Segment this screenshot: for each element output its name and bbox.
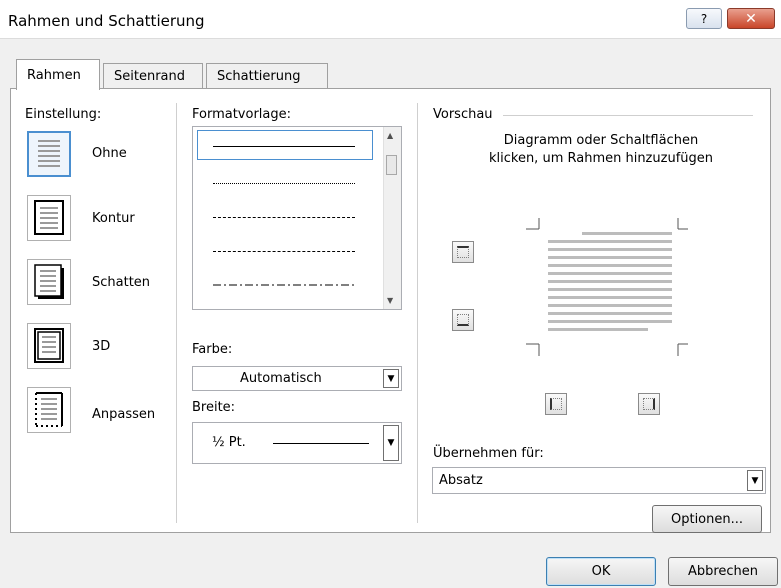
- borders-and-shading-dialog: Rahmen und Schattierung ? ✕ Rahmen Seite…: [0, 0, 781, 588]
- options-button-label: Optionen...: [670, 511, 744, 527]
- setting-box-icon[interactable]: [27, 195, 71, 241]
- style-scrollbar[interactable]: ▲ ▼: [383, 127, 401, 309]
- width-line-sample: [273, 443, 369, 444]
- preview-label: Vorschau: [433, 107, 493, 122]
- window-title: Rahmen und Schattierung: [8, 12, 205, 30]
- border-left-icon: [550, 398, 562, 410]
- style-dashed-short[interactable]: [213, 217, 355, 218]
- tab-page-border-label: Seitenrand: [114, 69, 185, 84]
- apply-to-dropdown-button[interactable]: ▼: [747, 470, 763, 491]
- color-dropdown[interactable]: Automatisch ▼: [192, 366, 402, 391]
- style-dashed[interactable]: [213, 251, 355, 252]
- setting-custom-icon[interactable]: [27, 387, 71, 433]
- setting-none-label[interactable]: Ohne: [92, 146, 127, 161]
- scroll-up-icon[interactable]: ▲: [387, 131, 393, 140]
- border-bottom-icon: [457, 314, 469, 326]
- tab-shading-label: Schattierung: [217, 69, 301, 84]
- ok-button-label: OK: [591, 564, 611, 579]
- tab-shading[interactable]: Schattierung: [206, 63, 328, 88]
- close-button[interactable]: ✕: [727, 8, 775, 29]
- border-right-icon: [643, 398, 655, 410]
- color-label: Farbe:: [192, 342, 233, 357]
- setting-box-label[interactable]: Kontur: [92, 211, 135, 226]
- cancel-button-label: Abbrechen: [687, 564, 759, 579]
- tab-page-border[interactable]: Seitenrand: [103, 63, 203, 88]
- ok-button[interactable]: OK: [546, 557, 656, 586]
- color-value: Automatisch: [240, 371, 322, 386]
- width-value: ½ Pt.: [212, 435, 246, 450]
- width-label: Breite:: [192, 400, 236, 415]
- apply-to-dropdown[interactable]: Absatz ▼: [432, 467, 766, 494]
- style-label: Formatvorlage:: [192, 107, 292, 122]
- style-selection: [197, 130, 373, 160]
- style-solid[interactable]: [213, 146, 355, 147]
- tab-borders-label: Rahmen: [27, 68, 81, 83]
- preview-header-line: [503, 115, 753, 116]
- help-icon: ?: [700, 11, 708, 26]
- scroll-thumb[interactable]: [386, 155, 397, 175]
- chevron-down-icon: ▼: [387, 373, 395, 384]
- border-left-button[interactable]: [545, 393, 567, 415]
- chevron-down-icon: ▼: [387, 438, 395, 448]
- style-listbox[interactable]: ▲ ▼: [192, 126, 402, 310]
- width-dropdown-button[interactable]: ▼: [383, 425, 399, 461]
- border-top-icon: [457, 246, 469, 258]
- preview-diagram[interactable]: [518, 218, 688, 358]
- color-dropdown-button[interactable]: ▼: [383, 369, 399, 388]
- apply-to-label: Übernehmen für:: [433, 446, 544, 461]
- border-right-button[interactable]: [638, 393, 660, 415]
- setting-custom-label[interactable]: Anpassen: [92, 407, 155, 422]
- chevron-down-icon: ▼: [751, 475, 759, 486]
- width-dropdown[interactable]: ½ Pt. ▼: [192, 422, 402, 464]
- style-dotted[interactable]: [213, 183, 355, 184]
- setting-shadow-icon[interactable]: [27, 259, 71, 305]
- cancel-button[interactable]: Abbrechen: [668, 557, 778, 586]
- scroll-down-icon[interactable]: ▼: [387, 296, 393, 305]
- setting-label: Einstellung:: [25, 107, 102, 122]
- options-button[interactable]: Optionen...: [652, 505, 762, 533]
- setting-shadow-label[interactable]: Schatten: [92, 275, 150, 290]
- preview-instruction: Diagramm oder Schaltflächen klicken, um …: [488, 133, 713, 166]
- apply-to-value: Absatz: [439, 473, 483, 488]
- setting-3d-icon[interactable]: [27, 323, 71, 369]
- help-button[interactable]: ?: [686, 8, 722, 29]
- close-icon: ✕: [745, 10, 757, 27]
- tab-borders[interactable]: Rahmen: [16, 59, 100, 90]
- setting-3d-label[interactable]: 3D: [92, 339, 110, 354]
- border-top-button[interactable]: [452, 241, 474, 263]
- setting-none-icon[interactable]: [27, 131, 71, 177]
- border-bottom-button[interactable]: [452, 309, 474, 331]
- divider-right: [417, 103, 418, 523]
- divider-left: [176, 103, 177, 523]
- title-bar: Rahmen und Schattierung ? ✕: [0, 0, 781, 39]
